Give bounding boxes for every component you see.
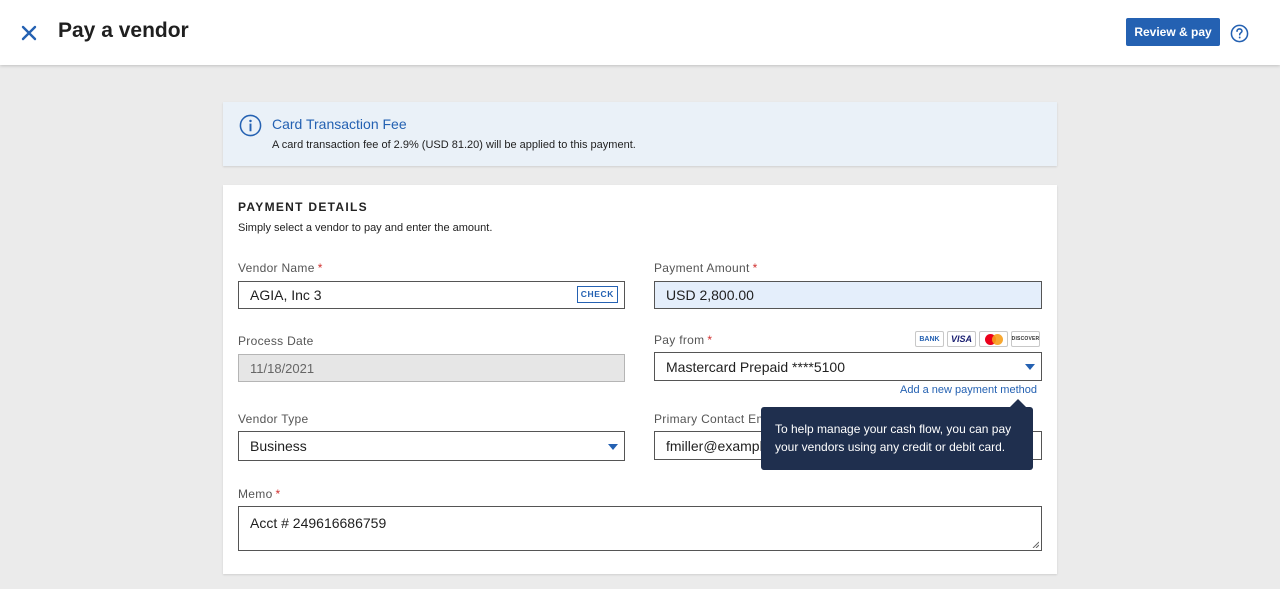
bank-logo: BANK <box>915 331 944 347</box>
process-date-label: Process Date <box>238 334 314 348</box>
vendor-type-value: Business <box>250 438 307 454</box>
payment-method-logos: BANK VISA DISCOVER <box>915 331 1040 347</box>
vendor-type-label: Vendor Type <box>238 412 309 426</box>
memo-textarea[interactable]: Acct # 249616686759 <box>238 506 1042 551</box>
help-icon[interactable] <box>1230 24 1249 43</box>
banner-title: Card Transaction Fee <box>272 116 407 132</box>
memo-label: Memo * <box>238 487 281 501</box>
add-payment-method-link[interactable]: Add a new payment method <box>900 384 1037 396</box>
pay-from-label: Pay from * <box>654 333 713 347</box>
payment-amount-label: Payment Amount * <box>654 261 758 275</box>
review-and-pay-button[interactable]: Review & pay <box>1126 18 1220 46</box>
process-date-value: 11/18/2021 <box>250 360 315 376</box>
page-title: Pay a vendor <box>58 19 189 42</box>
info-icon <box>239 114 262 137</box>
payment-amount-input[interactable]: USD 2,800.00 <box>654 281 1042 309</box>
chevron-down-icon <box>1025 364 1035 370</box>
primary-contact-label: Primary Contact Em <box>654 412 767 426</box>
required-marker: * <box>752 261 758 275</box>
header-bar: Pay a vendor Review & pay <box>0 0 1280 65</box>
vendor-type-select[interactable]: Business <box>238 431 625 461</box>
close-icon[interactable] <box>19 23 39 43</box>
payment-amount-value: USD 2,800.00 <box>666 287 754 303</box>
check-badge[interactable]: CHECK <box>576 286 618 303</box>
payment-method-tooltip: To help manage your cash flow, you can p… <box>761 407 1033 470</box>
process-date-input: 11/18/2021 <box>238 354 625 382</box>
section-title: PAYMENT DETAILS <box>238 200 368 214</box>
required-marker: * <box>275 487 281 501</box>
banner-text: A card transaction fee of 2.9% (USD 81.2… <box>272 139 636 151</box>
discover-logo: DISCOVER <box>1011 331 1040 347</box>
primary-contact-value: fmiller@example <box>666 437 771 454</box>
memo-value: Acct # 249616686759 <box>250 515 387 531</box>
required-marker: * <box>707 333 713 347</box>
vendor-name-label: Vendor Name * <box>238 261 323 275</box>
pay-from-value: Mastercard Prepaid ****5100 <box>666 358 845 375</box>
section-subtitle: Simply select a vendor to pay and enter … <box>238 222 493 234</box>
chevron-down-icon <box>608 444 618 450</box>
mastercard-logo <box>979 331 1008 347</box>
required-marker: * <box>317 261 323 275</box>
resize-grip-icon[interactable] <box>1032 541 1039 548</box>
card-fee-banner: Card Transaction Fee A card transaction … <box>223 102 1057 166</box>
vendor-name-value: AGIA, Inc 3 <box>250 287 322 303</box>
pay-from-select[interactable]: Mastercard Prepaid ****5100 <box>654 352 1042 381</box>
tooltip-arrow <box>1010 399 1026 407</box>
vendor-name-input[interactable]: AGIA, Inc 3 CHECK <box>238 281 625 309</box>
payment-details-card: PAYMENT DETAILS Simply select a vendor t… <box>223 185 1057 574</box>
visa-logo: VISA <box>947 331 976 347</box>
